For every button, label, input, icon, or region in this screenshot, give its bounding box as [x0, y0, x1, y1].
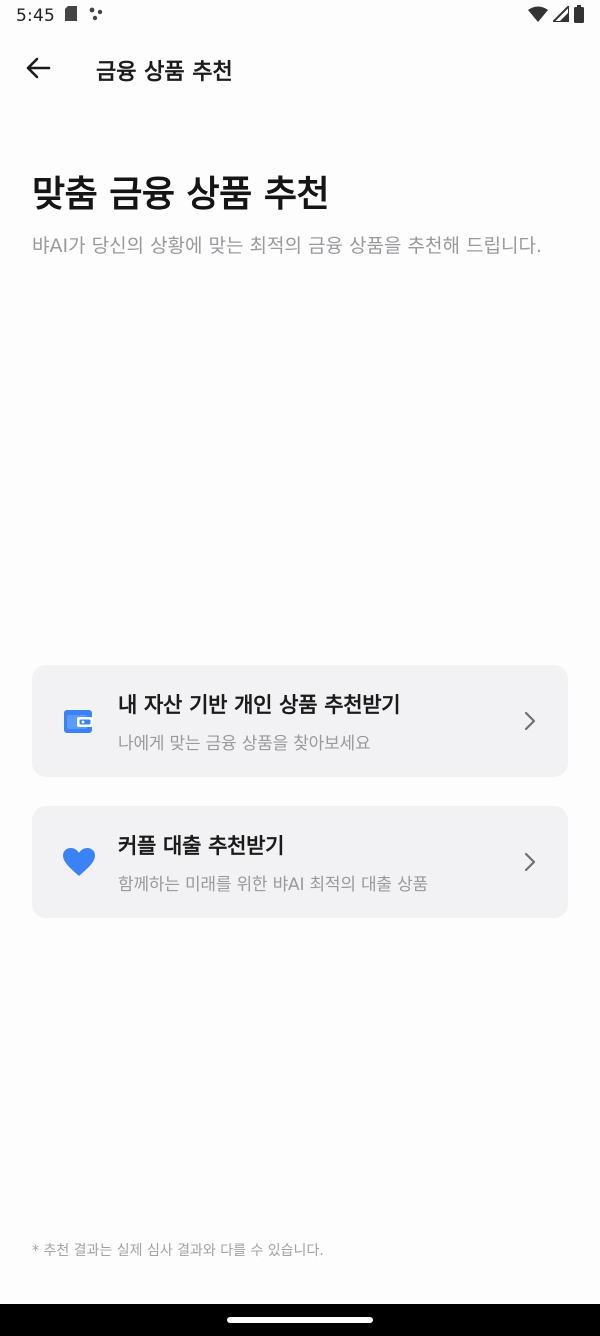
battery-icon — [574, 4, 584, 28]
chevron-right-icon — [522, 852, 538, 872]
wifi-icon — [528, 6, 548, 27]
wallet-icon — [62, 704, 96, 738]
status-time: 5:45 — [16, 6, 55, 26]
sd-card-icon — [64, 6, 77, 26]
card-description: 나에게 맞는 금융 상품을 찾아보세요 — [118, 733, 371, 754]
status-bar: 5:45 — [0, 0, 600, 32]
card-description: 함께하는 미래를 위한 뱌AI 최적의 대출 상품 — [118, 874, 428, 895]
disclaimer-note: * 추천 결과는 실제 심사 결과와 다를 수 있습니다. — [32, 1243, 324, 1259]
card-text: 커플 대출 추천받기 함께하는 미래를 위한 뱌AI 최적의 대출 상품 — [118, 830, 428, 895]
assistant-dots-icon — [89, 6, 105, 26]
card-title: 내 자산 기반 개인 상품 추천받기 — [118, 692, 401, 717]
couple-loan-card[interactable]: 커플 대출 추천받기 함께하는 미래를 위한 뱌AI 최적의 대출 상품 — [32, 806, 568, 918]
screen: 5:45 금융 상품 추천 맞춤 금융 상품 추천 뱌AI가 당신의 상황에 맞… — [0, 0, 600, 1336]
arrow-left-icon — [25, 57, 51, 83]
personal-recommendation-card[interactable]: 내 자산 기반 개인 상품 추천받기 나에게 맞는 금융 상품을 찾아보세요 — [32, 665, 568, 777]
app-bar: 금융 상품 추천 — [0, 40, 600, 100]
card-title: 커플 대출 추천받기 — [118, 833, 285, 858]
status-left-icons — [64, 6, 105, 26]
home-indicator[interactable] — [227, 1317, 373, 1323]
status-right-icons — [528, 3, 584, 28]
app-bar-title: 금융 상품 추천 — [96, 60, 233, 85]
page-subtitle: 뱌AI가 당신의 상황에 맞는 최적의 금융 상품을 추천해 드립니다. — [32, 235, 542, 257]
navigation-bar — [0, 1304, 600, 1336]
card-text: 내 자산 기반 개인 상품 추천받기 나에게 맞는 금융 상품을 찾아보세요 — [118, 689, 401, 754]
signal-icon — [550, 3, 570, 27]
back-button[interactable] — [8, 40, 68, 100]
page-title: 맞춤 금융 상품 추천 — [32, 174, 330, 215]
heart-icon — [62, 845, 96, 879]
chevron-right-icon — [522, 711, 538, 731]
